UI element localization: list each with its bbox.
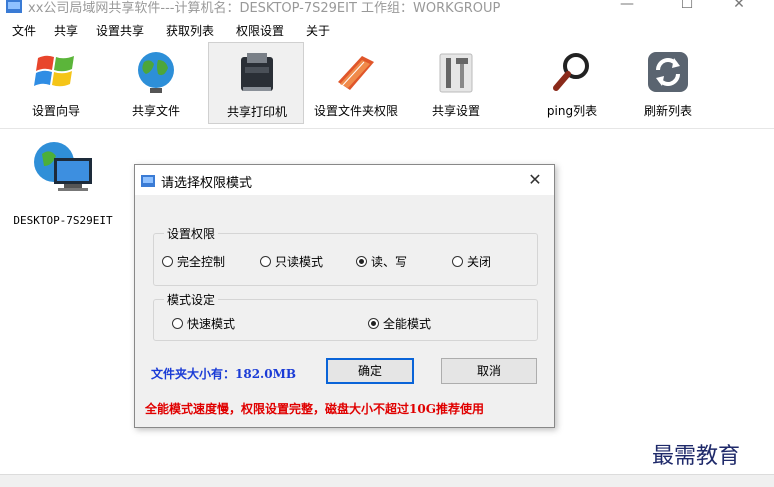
- share-printer-button[interactable]: 共享打印机: [208, 42, 304, 124]
- radio-label: 只读模式: [275, 255, 324, 269]
- mode-group-label: 模式设定: [164, 291, 219, 308]
- mode-group: 模式设定 快速模式 全能模式: [153, 291, 538, 341]
- radio-dot-selected: [356, 256, 367, 267]
- radio-dot: [452, 256, 463, 267]
- refresh-icon: [648, 52, 688, 92]
- watermark: 最需教育: [652, 444, 741, 469]
- radio-label: 读、写: [371, 255, 408, 269]
- setup-wizard-button[interactable]: 设置向导: [8, 42, 104, 124]
- menu-bar: 文件 共享 设置共享 获取列表 权限设置 关于: [0, 20, 774, 40]
- computer-name: DESKTOP-7S29EIT: [13, 214, 113, 227]
- window-title: xx公司局域网共享软件---计算机名：DESKTOP-7S29EIT 工作组：W…: [28, 1, 501, 16]
- ok-button[interactable]: 确定: [326, 358, 414, 384]
- status-bar: [0, 474, 774, 487]
- radio-full-mode[interactable]: 全能模式: [368, 315, 431, 332]
- radio-dot: [260, 256, 271, 267]
- menu-permissions[interactable]: 权限设置: [236, 22, 284, 39]
- folder-permission-button[interactable]: 设置文件夹权限: [308, 42, 404, 124]
- radio-quick-mode[interactable]: 快速模式: [172, 315, 235, 332]
- radio-label: 完全控制: [177, 255, 226, 269]
- magnifier-icon: [553, 53, 589, 91]
- radio-label: 关闭: [467, 255, 492, 269]
- globe-icon: [138, 52, 174, 93]
- share-settings-button[interactable]: 共享设置: [408, 42, 504, 124]
- minimize-button[interactable]: —: [612, 0, 642, 16]
- menu-share[interactable]: 共享: [54, 22, 78, 39]
- permission-group: 设置权限 完全控制 只读模式 读、写 关闭: [153, 225, 538, 286]
- menu-about[interactable]: 关于: [306, 22, 330, 39]
- warning-text: 全能模式速度慢，权限设置完整，磁盘大小不超过10G推荐使用: [145, 402, 484, 416]
- tool-label: 刷新列表: [643, 104, 692, 118]
- tool-label: 共享打印机: [226, 105, 287, 119]
- maximize-button[interactable]: ☐: [672, 0, 702, 16]
- radio-dot: [172, 318, 183, 329]
- folder-book-icon: [338, 56, 374, 90]
- title-bar: xx公司局域网共享软件---计算机名：DESKTOP-7S29EIT 工作组：W…: [0, 0, 774, 18]
- permission-mode-dialog: 请选择权限模式 ✕ 设置权限 完全控制 只读模式 读、写 关闭 模式设定 快速模…: [134, 164, 555, 428]
- app-icon: [6, 0, 22, 13]
- dialog-title-bar: 请选择权限模式 ✕: [135, 165, 554, 195]
- dialog-app-icon: [141, 175, 155, 187]
- toolbar: 设置向导 共享文件 共享打印机 设置文件夹权限 共享设置 ping列表 刷新列表: [8, 42, 774, 126]
- menu-file[interactable]: 文件: [12, 22, 36, 39]
- permission-group-label: 设置权限: [164, 225, 219, 242]
- toolbar-divider: [0, 128, 774, 129]
- share-file-button[interactable]: 共享文件: [108, 42, 204, 124]
- menu-get-list[interactable]: 获取列表: [166, 22, 214, 39]
- windows-logo-icon: [34, 55, 74, 87]
- printer-icon: [241, 53, 273, 91]
- tool-label: ping列表: [546, 104, 598, 118]
- dialog-title: 请选择权限模式: [161, 176, 253, 191]
- folder-size-text: 文件夹大小有：182.0MB: [151, 367, 297, 381]
- dialog-close-button[interactable]: ✕: [522, 169, 548, 191]
- tool-label: 设置文件夹权限: [313, 104, 398, 118]
- computer-list-item[interactable]: DESKTOP-7S29EIT: [8, 136, 118, 236]
- radio-dot-selected: [368, 318, 379, 329]
- radio-read-write[interactable]: 读、写: [356, 253, 407, 270]
- radio-off[interactable]: 关闭: [452, 253, 491, 270]
- cancel-button[interactable]: 取消: [441, 358, 537, 384]
- radio-dot: [162, 256, 173, 267]
- refresh-list-button[interactable]: 刷新列表: [620, 42, 716, 124]
- tools-icon: [439, 53, 473, 93]
- menu-set-share[interactable]: 设置共享: [96, 22, 144, 39]
- tool-label: 共享文件: [131, 104, 180, 118]
- radio-label: 快速模式: [187, 317, 236, 331]
- radio-label: 全能模式: [383, 317, 432, 331]
- tool-label: 共享设置: [431, 104, 480, 118]
- ping-list-button[interactable]: ping列表: [524, 42, 620, 124]
- radio-read-only[interactable]: 只读模式: [260, 253, 323, 270]
- tool-label: 设置向导: [31, 104, 80, 118]
- close-window-button[interactable]: ✕: [724, 0, 754, 16]
- network-computer-icon: [34, 142, 92, 191]
- radio-full-control[interactable]: 完全控制: [162, 253, 225, 270]
